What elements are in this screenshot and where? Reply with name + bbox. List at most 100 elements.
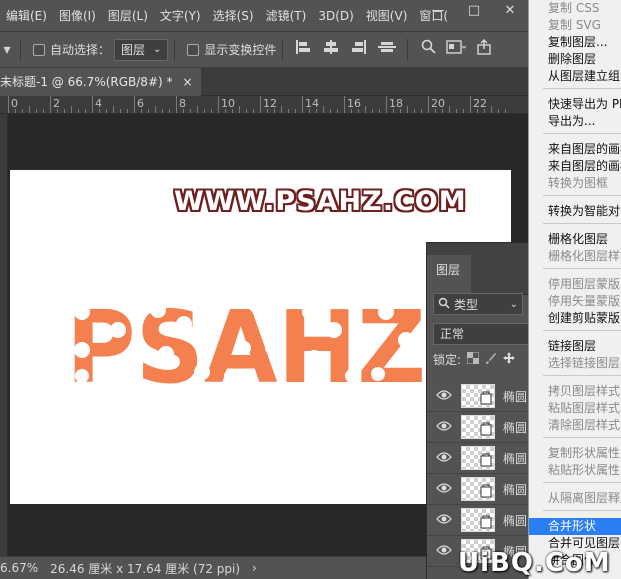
chevron-down-icon: ⌄	[509, 298, 518, 310]
layer-row[interactable]: 椭圆	[427, 412, 528, 443]
align-left-icon[interactable]	[289, 39, 317, 61]
menu-separator	[543, 195, 621, 196]
ruler-tick	[218, 96, 219, 113]
ruler-tick	[302, 96, 303, 113]
align-right-icon[interactable]	[345, 39, 373, 61]
lock-row: 锁定:	[433, 351, 516, 368]
menu-edit[interactable]: 编辑(E)	[0, 0, 53, 32]
ruler-minor-tick	[365, 106, 366, 113]
eye-icon[interactable]	[436, 544, 452, 558]
menu-select[interactable]: 选择(S)	[207, 0, 260, 32]
tab-layers[interactable]: 图层	[427, 255, 471, 295]
auto-select-dropdown[interactable]: 图层 ⌄	[114, 38, 169, 61]
menu-separator	[543, 268, 621, 269]
search-icon[interactable]	[414, 39, 442, 61]
share-icon[interactable]	[470, 38, 498, 61]
context-menu-item: 栅格化图层样式	[548, 249, 621, 263]
auto-select-value: 图层	[121, 42, 146, 57]
context-menu-item[interactable]: 复制图层...	[529, 34, 621, 51]
align-center-icon[interactable]	[317, 39, 345, 61]
menu-bar: 编辑(E) 图像(I) 图层(L) 文字(Y) 选择(S) 滤镜(T) 3D(D…	[0, 0, 528, 32]
layer-name: 椭圆	[503, 421, 528, 435]
context-menu-item[interactable]: 合并形状	[529, 518, 621, 535]
menu-layer[interactable]: 图层(L)	[102, 0, 154, 32]
context-menu-item[interactable]: 从图层建立组	[529, 68, 621, 85]
layer-filter-dropdown[interactable]: 类型 ⌄	[433, 293, 523, 315]
context-menu-item[interactable]: 导出为...	[529, 113, 621, 130]
psahz-big-text: PSAHZ	[66, 290, 426, 390]
options-bar: ▾ 自动选择： 图层 ⌄ 显示变换控件	[0, 32, 528, 68]
horizontal-ruler: 0 2 4 6 8 10 12 14 16 18 20 22	[0, 96, 528, 114]
context-menu-item[interactable]: 来自图层的画框	[529, 158, 621, 175]
context-menu-item: 拷贝图层样式	[548, 384, 621, 398]
context-menu-item[interactable]: 删除图层	[529, 51, 621, 68]
layer-row[interactable]: 椭圆	[427, 443, 528, 474]
auto-select-checkbox[interactable]	[33, 43, 45, 56]
blend-mode-value: 正常	[440, 327, 465, 341]
close-icon[interactable]: ×	[183, 68, 193, 96]
minimize-button[interactable]: —	[420, 0, 456, 24]
close-button[interactable]: ✕	[492, 0, 528, 24]
menu-separator	[543, 88, 621, 89]
layer-row[interactable]: 椭圆	[427, 474, 528, 505]
workspace-icon[interactable]	[442, 39, 470, 61]
menu-3d[interactable]: 3D(D)	[312, 0, 359, 32]
tool-preset-chevron-icon[interactable]: ▾	[0, 39, 14, 61]
show-transform-label: 显示变换控件	[204, 43, 277, 57]
window-controls: — □ ✕	[420, 0, 528, 24]
show-transform-checkbox[interactable]	[187, 43, 200, 56]
ruler-minor-tick	[29, 106, 30, 113]
eye-icon[interactable]	[436, 513, 452, 527]
tab-document[interactable]: 未标题-1 @ 66.7%(RGB/8#) * ×	[0, 68, 201, 96]
ruler-minor-tick	[281, 106, 282, 113]
menu-separator	[543, 482, 621, 483]
maximize-button[interactable]: □	[456, 0, 492, 24]
menu-type[interactable]: 文字(Y)	[154, 0, 207, 32]
context-menu-item: 复制 CSS	[548, 1, 600, 15]
lock-brush-icon[interactable]	[485, 352, 497, 367]
layer-name: 椭圆	[503, 452, 528, 466]
ruler-minor-tick	[197, 106, 198, 113]
context-menu-item: 停用矢量蒙版	[548, 294, 621, 308]
distribute-icon[interactable]	[373, 39, 401, 61]
layer-thumbnail	[461, 508, 495, 532]
context-menu-item[interactable]: 转换为智能对象	[529, 203, 621, 220]
eye-icon[interactable]	[436, 420, 452, 434]
auto-select-label: 自动选择：	[50, 43, 111, 57]
lock-transparent-icon[interactable]	[466, 351, 480, 367]
watermark: UiBQ.CoM	[458, 548, 611, 578]
context-menu-item[interactable]: 栅格化图层	[529, 231, 621, 248]
layers-panel-header: 图层	[427, 243, 528, 295]
context-menu-item: 清除图层样式	[548, 418, 621, 432]
ruler-tick	[428, 96, 429, 113]
chevron-down-icon: ⌄	[153, 43, 162, 55]
eye-icon[interactable]	[436, 482, 452, 496]
document-title: 未标题-1 @ 66.7%(RGB/8#) *	[0, 75, 173, 89]
zoom-level[interactable]: 6.67%	[0, 561, 38, 575]
menu-filter[interactable]: 滤镜(T)	[260, 0, 313, 32]
layer-name: 椭圆	[503, 483, 528, 497]
eye-icon[interactable]	[436, 389, 452, 403]
context-menu-item: 停用图层蒙版	[548, 277, 621, 291]
blend-mode-dropdown[interactable]: 正常	[433, 323, 528, 345]
document-tab-bar: 未标题-1 @ 66.7%(RGB/8#) * ×	[0, 68, 528, 96]
menu-image[interactable]: 图像(I)	[53, 0, 102, 32]
context-menu-item[interactable]: 创建剪贴蒙版	[529, 310, 621, 327]
menu-separator	[543, 437, 621, 438]
lock-move-icon[interactable]	[503, 352, 516, 367]
context-menu-item: 复制 SVG	[548, 18, 601, 32]
context-menu-item[interactable]: 来自图层的画板	[529, 141, 621, 158]
menu-view[interactable]: 视图(V)	[360, 0, 414, 32]
ruler-minor-tick	[323, 106, 324, 113]
layer-thumbnail	[461, 415, 495, 439]
ruler-tick	[344, 96, 345, 113]
context-menu-item[interactable]: 链接图层	[529, 338, 621, 355]
document-size: 26.46 厘米 x 17.64 厘米 (72 ppi)	[50, 561, 241, 576]
status-arrow-icon[interactable]: ›	[252, 561, 257, 575]
layer-row[interactable]: 椭圆	[427, 381, 528, 412]
ruler-minor-tick	[155, 106, 156, 113]
vertical-ruler	[0, 114, 8, 556]
eye-icon[interactable]	[436, 451, 452, 465]
context-menu-item[interactable]: 快速导出为 PNG	[529, 96, 621, 113]
layer-row[interactable]: 椭圆	[427, 505, 528, 536]
